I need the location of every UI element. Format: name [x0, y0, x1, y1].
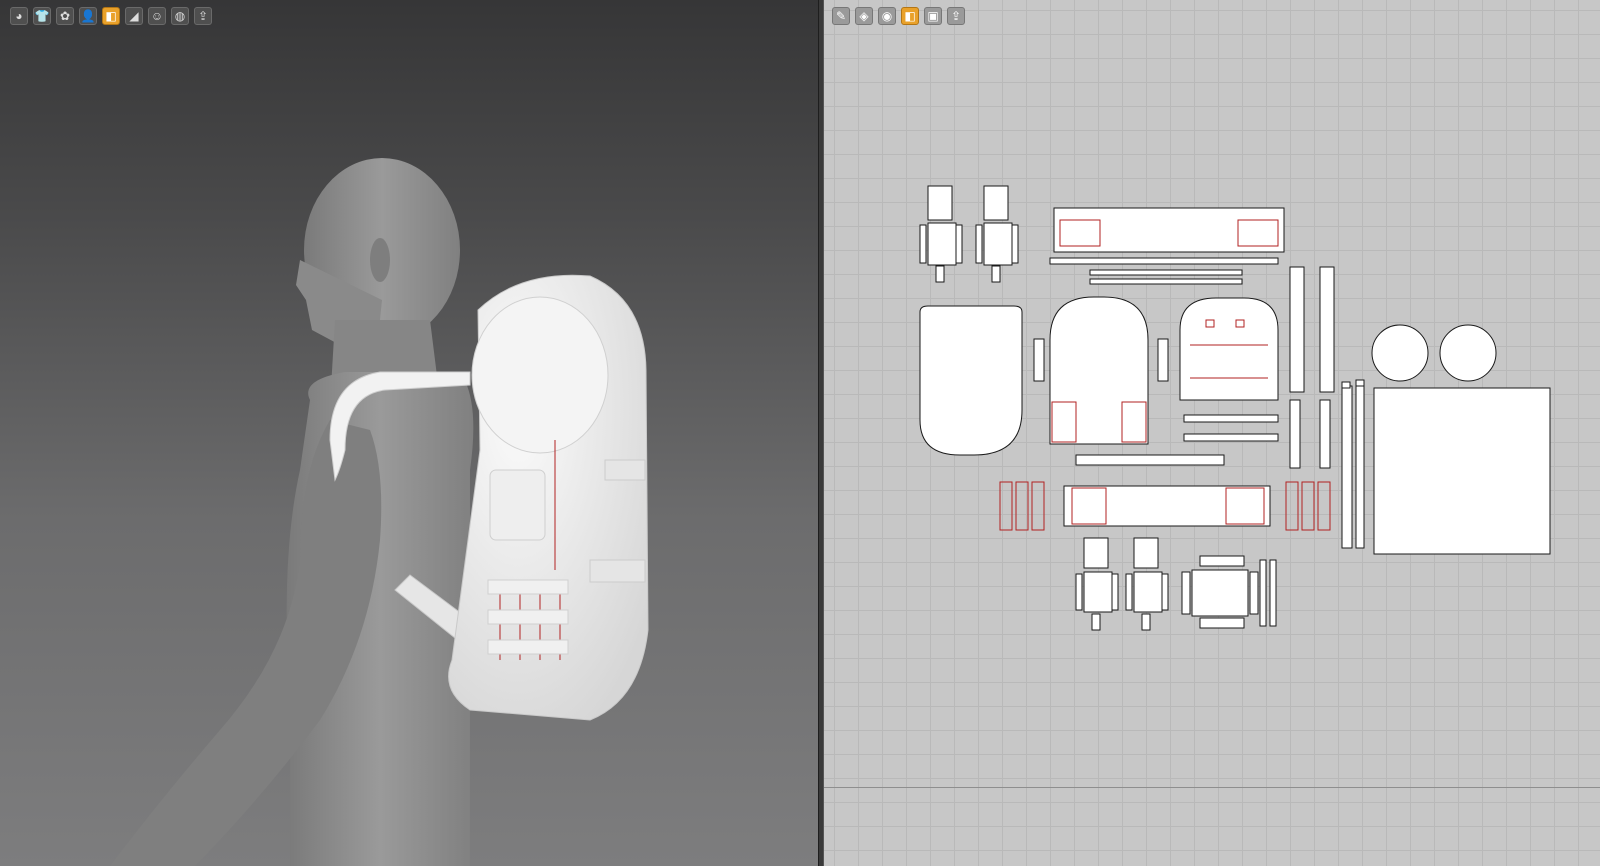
- pattern-piece-strap-left[interactable]: [919, 185, 963, 283]
- pattern-piece-back-panel[interactable]: [919, 305, 1023, 456]
- pattern-piece-buckle-right[interactable]: [1125, 537, 1169, 631]
- pattern-style-icon[interactable]: ◈: [855, 7, 873, 25]
- pattern-piece-buckle-left[interactable]: [1075, 537, 1119, 631]
- pattern-piece-circle-1[interactable]: [1371, 324, 1429, 382]
- pattern-sheet[interactable]: [824, 0, 1600, 866]
- fabric-texture-icon[interactable]: ✿: [56, 7, 74, 25]
- avatar-skin-icon[interactable]: ☺: [148, 7, 166, 25]
- globe-icon[interactable]: ◍: [171, 7, 189, 25]
- pattern-piece-side-strip-1[interactable]: [1289, 266, 1305, 393]
- pattern-piece-circle-2[interactable]: [1439, 324, 1497, 382]
- edit-pattern-icon[interactable]: ✎: [832, 7, 850, 25]
- toolbar-3d: ◕ 👕 ✿ 👤 ◧ ◢ ☺ ◍ ⇪: [10, 7, 212, 25]
- pattern-piece-pocket-panel[interactable]: [1179, 297, 1279, 401]
- pattern-piece-front-panel[interactable]: [1049, 296, 1149, 445]
- pattern-piece-bottom-band[interactable]: [1063, 485, 1271, 527]
- pattern-piece-top-panel[interactable]: [1049, 207, 1285, 285]
- pattern-display-icon[interactable]: ◧: [102, 7, 120, 25]
- viewport-3d[interactable]: ◕ 👕 ✿ 👤 ◧ ◢ ☺ ◍ ⇪: [0, 0, 818, 866]
- pattern-piece-side-pocket[interactable]: [1181, 555, 1277, 629]
- zoom-pattern-icon[interactable]: ◉: [878, 7, 896, 25]
- pin-icon[interactable]: ◢: [125, 7, 143, 25]
- pattern-piece-strap-right[interactable]: [975, 185, 1019, 283]
- export-icon[interactable]: ⇪: [194, 7, 212, 25]
- texture-display-icon[interactable]: ◧: [901, 7, 919, 25]
- avatar-pose-icon[interactable]: 👤: [79, 7, 97, 25]
- viewport-2d-pattern[interactable]: ✎ ◈ ◉ ◧ ▣ ⇪: [824, 0, 1600, 866]
- export-2d-icon[interactable]: ⇪: [947, 7, 965, 25]
- pattern-piece-base-square[interactable]: [1373, 387, 1551, 555]
- avatar-display-icon[interactable]: ◕: [10, 7, 28, 25]
- baseline-guide: [824, 787, 1600, 788]
- scene-3d[interactable]: [0, 0, 818, 866]
- avatar-model[interactable]: [110, 158, 474, 866]
- toolbar-2d: ✎ ◈ ◉ ◧ ▣ ⇪: [832, 7, 965, 25]
- pattern-copy-icon[interactable]: ▣: [924, 7, 942, 25]
- garment-display-icon[interactable]: 👕: [33, 7, 51, 25]
